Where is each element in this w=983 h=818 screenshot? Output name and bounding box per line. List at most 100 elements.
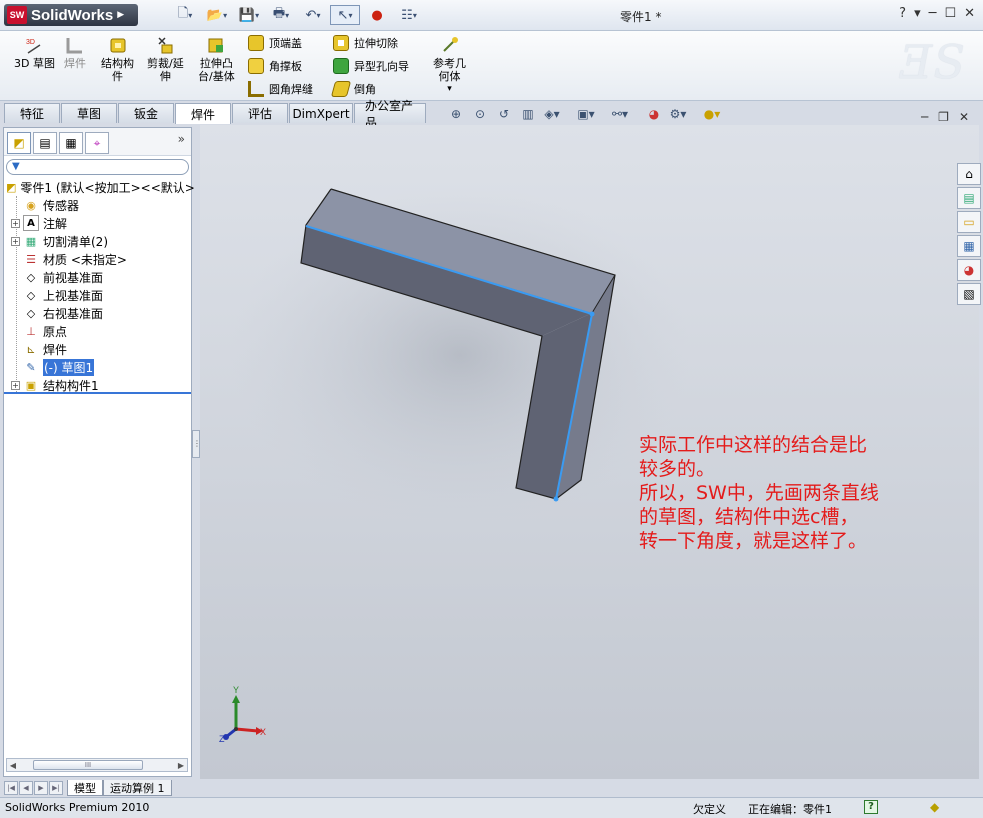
last-tab-icon[interactable]: ▶| (49, 781, 63, 795)
tree-item-material[interactable]: ☰ 材质 <未指定> (4, 250, 191, 268)
tree-item-weldment[interactable]: ⊾ 焊件 (4, 340, 191, 358)
zoom-to-fit-icon[interactable]: ⊕ (446, 107, 466, 121)
expand-icon[interactable]: + (11, 218, 20, 228)
hide-show-items-icon[interactable]: ⚯▾ (610, 107, 630, 121)
close-button[interactable]: ✕ (964, 6, 975, 21)
trim-extend-button[interactable]: 剪裁/延 伸 (147, 35, 184, 83)
property-manager-tab[interactable]: ▤ (33, 132, 57, 154)
view-settings-icon[interactable]: ●▾ (702, 107, 722, 121)
quick-tips-icon[interactable]: ? (864, 800, 878, 814)
feature-manager-tab[interactable]: ◩ (7, 132, 31, 154)
open-button[interactable]: 📂 ▾ (202, 5, 232, 25)
help-dropdown-icon[interactable]: ▾ (914, 6, 921, 21)
end-cap-button[interactable]: 顶端盖 (248, 34, 313, 52)
section-view-icon[interactable]: ▥ (518, 107, 538, 121)
window-controls: ? ▾ ─ ☐ ✕ (899, 6, 975, 21)
structural-member-button[interactable]: 结构构 件 (101, 35, 134, 83)
zoom-to-area-icon[interactable]: ⊙ (470, 107, 490, 121)
tree-root-part[interactable]: ◩ 零件1 (默认<按加工><<默认> (4, 178, 195, 196)
weldment-button[interactable]: 焊件 (64, 35, 86, 70)
minimize-button[interactable]: ─ (929, 6, 937, 21)
extruded-cut-button[interactable]: 拉伸切除 (333, 34, 409, 52)
appearances-tab[interactable]: ◕ (957, 259, 981, 281)
first-tab-icon[interactable]: |◀ (4, 781, 18, 795)
fillet-bead-button[interactable]: 圆角焊缝 (248, 80, 313, 98)
expand-icon[interactable]: + (11, 380, 20, 390)
apply-scene-icon[interactable]: ⚙▾ (668, 107, 688, 121)
tree-item-top-plane[interactable]: ◇ 上视基准面 (4, 286, 191, 304)
tab-motion-study[interactable]: 运动算例 1 (103, 780, 172, 796)
tree-item-front-plane[interactable]: ◇ 前视基准面 (4, 268, 191, 286)
design-library-tab[interactable]: ▤ (957, 187, 981, 209)
scroll-left-icon[interactable]: ◀ (7, 761, 19, 770)
previous-view-icon[interactable]: ↺ (494, 107, 514, 121)
undo-button[interactable]: ↶ ▾ (298, 5, 328, 25)
tree-item-cut-list[interactable]: + ▦ 切割清单(2) (4, 232, 191, 250)
extruded-boss-label: 拉伸凸 台/基体 (198, 57, 235, 83)
sensor-icon: ◉ (26, 198, 36, 212)
panel-splitter-handle[interactable]: ⋮ (192, 430, 201, 458)
restore-button[interactable]: ☐ (944, 6, 956, 21)
configuration-manager-tab[interactable]: ▦ (59, 132, 83, 154)
file-explorer-tab[interactable]: ▭ (957, 211, 981, 233)
tab-sheet-metal[interactable]: 钣金 (118, 103, 174, 123)
tree-item-sensors[interactable]: ◉ 传感器 (4, 196, 191, 214)
rebuild-button[interactable]: ● (362, 5, 392, 25)
tree-item-origin[interactable]: ⊥ 原点 (4, 322, 191, 340)
scroll-right-icon[interactable]: ▶ (175, 761, 187, 770)
options-button[interactable]: ☷ ▾ (394, 5, 424, 25)
expand-tabs-icon[interactable]: » (178, 132, 185, 155)
tab-office-products[interactable]: 办公室产品 (354, 99, 426, 130)
sketch-end-point[interactable] (553, 496, 559, 502)
view-orientation-icon[interactable]: ◈▾ (542, 107, 562, 121)
gusset-button[interactable]: 角撑板 (248, 57, 313, 75)
extruded-boss-icon (206, 35, 226, 55)
reference-geometry-dropdown-icon[interactable]: ▾ (447, 83, 452, 96)
dimxpert-manager-tab[interactable]: ⌖ (85, 132, 109, 154)
tab-weldments[interactable]: 焊件 (175, 103, 231, 124)
viewport-close-button[interactable]: ✕ (959, 110, 969, 124)
scroll-thumb[interactable]: III (33, 760, 143, 770)
print-button[interactable]: 🖶 ▾ (266, 5, 296, 25)
tab-sketch[interactable]: 草图 (61, 103, 117, 123)
solidworks-menu-button[interactable]: SW SolidWorks ▶ (4, 4, 138, 26)
viewport-restore-button[interactable]: ❐ (938, 110, 949, 124)
hole-wizard-button[interactable]: 异型孔向导 (333, 57, 409, 75)
prev-tab-icon[interactable]: ◀ (19, 781, 33, 795)
tab-evaluate[interactable]: 评估 (232, 103, 288, 123)
fillet-bead-label: 圆角焊缝 (269, 83, 313, 96)
custom-properties-tab[interactable]: ▧ (957, 283, 981, 305)
definition-status: 欠定义 (693, 803, 726, 816)
command-manager: 3D 3D 草图 焊件 结构构 件 剪裁/延 伸 拉伸凸 台/基体 顶端盖 角撑… (0, 31, 983, 101)
solidworks-resources-tab[interactable]: ⌂ (957, 163, 981, 185)
tag-icon[interactable]: ◆ (930, 800, 939, 814)
tree-item-sketch1[interactable]: ✎ (-) 草图1 (4, 358, 191, 376)
extruded-boss-button[interactable]: 拉伸凸 台/基体 (198, 35, 235, 83)
viewport-minimize-button[interactable]: ─ (921, 110, 928, 124)
help-icon[interactable]: ? (899, 6, 906, 21)
tree-item-right-plane[interactable]: ◇ 右视基准面 (4, 304, 191, 322)
save-button[interactable]: 💾 ▾ (234, 5, 264, 25)
display-style-icon[interactable]: ▣▾ (576, 107, 596, 121)
reference-geometry-button[interactable]: 参考几 何体 ▾ (433, 35, 466, 96)
expand-icon[interactable]: + (11, 236, 20, 246)
tab-model[interactable]: 模型 (67, 780, 103, 796)
sketch3d-button[interactable]: 3D 3D 草图 (14, 35, 55, 70)
tab-dimxpert[interactable]: DimXpert (289, 103, 353, 123)
tree-item-annotations[interactable]: + A 注解 (4, 214, 191, 232)
chamfer-button[interactable]: 倒角 (330, 80, 409, 98)
tab-features[interactable]: 特征 (4, 103, 60, 123)
tree-filter-input[interactable]: ▼ (6, 159, 189, 175)
edit-appearance-icon[interactable]: ◕ (644, 107, 664, 121)
view-palette-tab[interactable]: ▦ (957, 235, 981, 257)
chamfer-icon (330, 81, 352, 97)
sketch-corner-point[interactable] (589, 311, 595, 317)
tree-horizontal-scrollbar[interactable]: ◀ III ▶ (6, 758, 188, 772)
rollback-bar[interactable] (4, 392, 191, 394)
tree-root-label: 零件1 (默认<按加工><<默认> (20, 180, 195, 195)
new-document-button[interactable]: 🗋 ▾ (170, 5, 200, 25)
view-palette-icon: ▦ (963, 239, 975, 253)
appearances-icon: ◕ (963, 263, 975, 277)
next-tab-icon[interactable]: ▶ (34, 781, 48, 795)
select-button[interactable]: ↖ ▾ (330, 5, 360, 25)
